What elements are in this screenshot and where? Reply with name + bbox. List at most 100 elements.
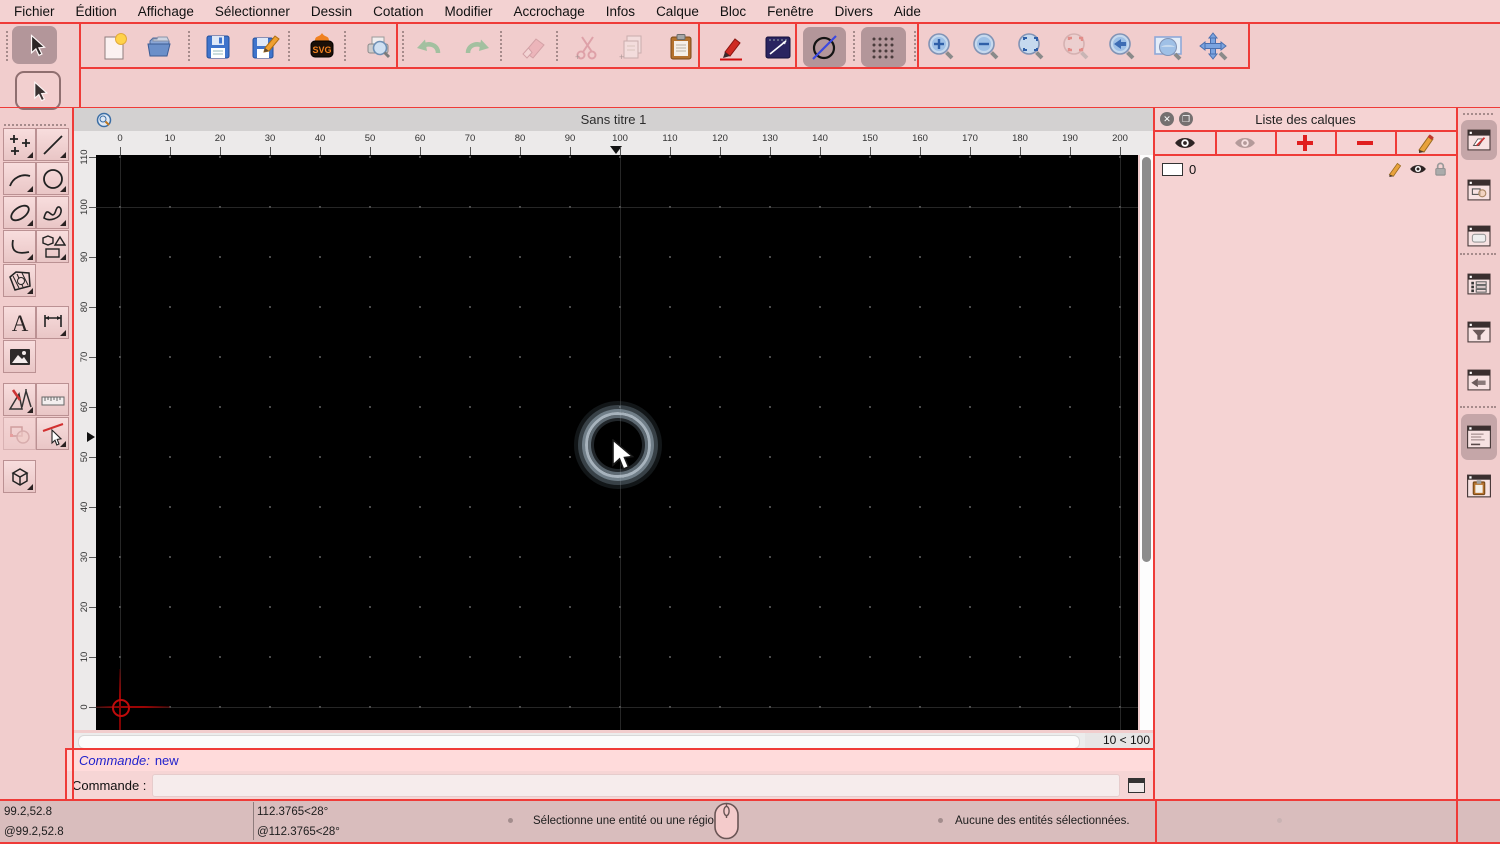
list-dock-button[interactable] bbox=[1461, 264, 1497, 304]
menu-item-cotation[interactable]: Cotation bbox=[373, 4, 423, 19]
coordinate-absolute: 99.2,52.8 bbox=[4, 806, 52, 818]
layers-panel-titlebar[interactable]: ✕ ❐ Liste des calques bbox=[1155, 108, 1456, 130]
save-as-button[interactable] bbox=[246, 28, 284, 66]
solid-tool-button[interactable] bbox=[3, 460, 36, 493]
arc-tool-button[interactable] bbox=[3, 162, 36, 195]
points-tool-button[interactable] bbox=[3, 128, 36, 161]
cut-button[interactable]: + bbox=[568, 28, 606, 66]
selection-status: Aucune des entités sélectionnées. bbox=[955, 815, 1130, 827]
command-input[interactable] bbox=[152, 773, 1121, 797]
show-all-layers-button[interactable] bbox=[1155, 131, 1215, 155]
modify-tool-button[interactable] bbox=[3, 383, 36, 416]
zoom-selected-button[interactable] bbox=[1058, 28, 1094, 66]
menu-item-accrochage[interactable]: Accrochage bbox=[513, 4, 584, 19]
menu-item-infos[interactable]: Infos bbox=[606, 4, 635, 19]
menu-item-calque[interactable]: Calque bbox=[656, 4, 699, 19]
menu-item-fichier[interactable]: Fichier bbox=[14, 4, 55, 19]
add-layer-button[interactable] bbox=[1275, 131, 1335, 155]
line-settings-button[interactable] bbox=[759, 28, 797, 66]
zoom-auto-button[interactable] bbox=[1013, 28, 1049, 66]
new-file-button[interactable] bbox=[95, 28, 133, 66]
announce-dock-icon bbox=[1467, 369, 1491, 391]
toolbar-separator bbox=[188, 31, 192, 61]
drawing-canvas[interactable] bbox=[96, 155, 1138, 730]
zoom-in-button[interactable] bbox=[923, 28, 959, 66]
erase-button[interactable] bbox=[515, 28, 553, 66]
draft-mode-button[interactable] bbox=[803, 27, 846, 67]
remove-layer-button[interactable] bbox=[1335, 131, 1395, 155]
menu-item-aide[interactable]: Aide bbox=[894, 4, 921, 19]
zoom-out-button[interactable] bbox=[968, 28, 1004, 66]
image-tool-button[interactable] bbox=[3, 340, 36, 373]
filter-dock-button[interactable] bbox=[1461, 312, 1497, 352]
layer-lock-icon[interactable] bbox=[1433, 161, 1448, 177]
layer-row[interactable]: 0 bbox=[1155, 158, 1456, 180]
theme-line bbox=[0, 106, 1500, 108]
zoom-previous-button[interactable] bbox=[1104, 28, 1140, 66]
polyline-tool-button[interactable] bbox=[3, 230, 36, 263]
dock-handle[interactable] bbox=[1463, 113, 1493, 117]
command-dock-button[interactable] bbox=[1461, 414, 1497, 460]
left-click-hint: Sélectionne une entité ou une région bbox=[533, 815, 721, 827]
spline-tool-button[interactable] bbox=[36, 196, 69, 229]
clipboard-dock-button[interactable] bbox=[1461, 466, 1497, 506]
vertical-scrollbar[interactable] bbox=[1140, 155, 1153, 730]
v-ruler-label: 0 bbox=[79, 704, 90, 710]
pen-button[interactable] bbox=[712, 28, 750, 66]
h-ruler-label: 50 bbox=[364, 133, 376, 144]
line-tool-button[interactable] bbox=[36, 128, 69, 161]
plus-icon bbox=[1297, 135, 1313, 151]
menu-item-selectionner[interactable]: Sélectionner bbox=[215, 4, 290, 19]
window-title: Sans titre 1 bbox=[580, 112, 647, 127]
horizontal-scrollbar[interactable] bbox=[74, 733, 1085, 749]
hatch-tool-button[interactable] bbox=[3, 264, 36, 297]
clipboard-icon bbox=[670, 34, 692, 60]
toolbar-handle[interactable] bbox=[402, 31, 406, 61]
layers-dock-button[interactable] bbox=[1461, 120, 1497, 160]
horizontal-scrollbar-thumb[interactable] bbox=[78, 734, 1080, 749]
text-tool-button[interactable]: A bbox=[3, 306, 36, 339]
menu-item-affichage[interactable]: Affichage bbox=[138, 4, 194, 19]
redo-button[interactable] bbox=[458, 28, 496, 66]
undo-button[interactable] bbox=[410, 28, 448, 66]
menu-item-dessin[interactable]: Dessin bbox=[311, 4, 352, 19]
save-button[interactable] bbox=[199, 28, 237, 66]
hide-all-layers-button[interactable] bbox=[1215, 131, 1275, 155]
layer-visibility-eye-icon[interactable] bbox=[1409, 162, 1427, 176]
zoom-pan-button[interactable] bbox=[1196, 28, 1232, 66]
detach-command-button[interactable] bbox=[1128, 777, 1146, 793]
print-preview-button[interactable] bbox=[359, 28, 397, 66]
vertical-scrollbar-thumb[interactable] bbox=[1142, 157, 1151, 562]
copy-button[interactable]: + bbox=[614, 28, 652, 66]
drawing-window-titlebar[interactable]: Sans titre 1 bbox=[74, 108, 1153, 132]
measure-tool-button[interactable] bbox=[36, 383, 69, 416]
selection-pointer-button[interactable] bbox=[15, 71, 61, 110]
ellipse-tool-button[interactable] bbox=[3, 196, 36, 229]
blocks-dock-button[interactable] bbox=[1461, 170, 1497, 210]
dimension-tool-button[interactable] bbox=[36, 306, 69, 339]
menu-item-modifier[interactable]: Modifier bbox=[444, 4, 492, 19]
select-tool-button[interactable] bbox=[12, 26, 57, 64]
paste-button[interactable] bbox=[662, 28, 700, 66]
select-entity-tool-button[interactable] bbox=[36, 417, 69, 450]
svg-export-button[interactable]: SVG bbox=[303, 28, 341, 66]
library-dock-button[interactable] bbox=[1461, 216, 1497, 256]
menu-item-bloc[interactable]: Bloc bbox=[720, 4, 746, 19]
layer-color-swatch[interactable] bbox=[1162, 162, 1183, 176]
toolbar-separator bbox=[288, 31, 292, 61]
dock-separator bbox=[1460, 253, 1496, 257]
order-tool-button[interactable] bbox=[3, 417, 36, 450]
toolbar-handle[interactable] bbox=[6, 31, 10, 61]
edit-layer-button[interactable] bbox=[1395, 131, 1456, 155]
open-file-button[interactable] bbox=[141, 28, 179, 66]
dimension-icon bbox=[43, 314, 62, 327]
grid-toggle-button[interactable] bbox=[861, 27, 906, 67]
menu-item-divers[interactable]: Divers bbox=[835, 4, 873, 19]
menu-item-edition[interactable]: Édition bbox=[76, 4, 117, 19]
menu-item-fenetre[interactable]: Fenêtre bbox=[767, 4, 814, 19]
polygon-tool-button[interactable] bbox=[36, 230, 69, 263]
announce-dock-button[interactable] bbox=[1461, 360, 1497, 400]
zoom-window-button[interactable] bbox=[1150, 28, 1186, 66]
circle-tool-button[interactable] bbox=[36, 162, 69, 195]
layer-edit-pencil-icon[interactable] bbox=[1387, 161, 1403, 177]
